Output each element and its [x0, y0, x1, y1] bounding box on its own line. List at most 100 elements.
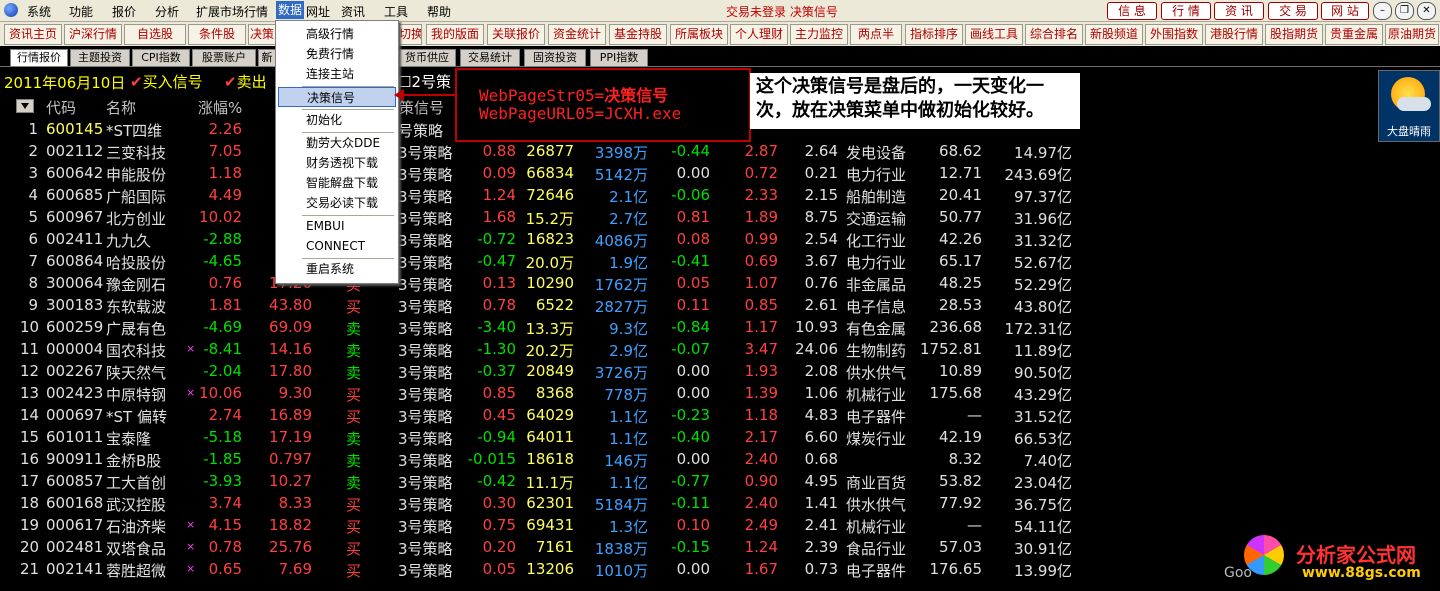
toolbar-button-hk-quote[interactable]: 港股行情 [1205, 24, 1263, 45]
table-row[interactable]: 5 600967 北方创业 10.02 3号策略 1.68 15.2万 2.7亿 0.81 1.8… [0, 206, 1080, 228]
table-row[interactable]: 10 600259 广晟有色 -4.69 69.09 卖 3号策略 -3.40 13.3万 9.3… [0, 316, 1080, 338]
info-button[interactable]: 信 息 [1107, 2, 1157, 20]
table-row[interactable]: 18 600168 武汉控股 3.74 8.33 买 3号策略 0.30 62301 5184万 -… [0, 492, 1080, 514]
menu-item-finance-download[interactable]: 财务透视下载 [278, 153, 396, 173]
menu-item-free-quote[interactable]: 免费行情 [278, 44, 396, 64]
cell-name: 九九久 [106, 232, 152, 250]
toolbar-button-finance[interactable]: 个人理财 [730, 24, 788, 45]
tab-theme[interactable]: 主题投资 [70, 49, 130, 67]
minimize-icon[interactable]: – [1373, 2, 1392, 20]
sort-dropdown-icon[interactable] [16, 99, 34, 113]
menu-item-smart-analysis-download[interactable]: 智能解盘下载 [278, 173, 396, 193]
toolbar-button-draw-tools[interactable]: 画线工具 [965, 24, 1023, 45]
toolbar-button-sh-sz[interactable]: 沪深行情 [64, 24, 122, 45]
cell-v5: 0.69 [744, 252, 778, 270]
toolbar-button-news-home[interactable]: 资讯主页 [4, 24, 62, 45]
header-strategy-signal[interactable]: 策信号 [399, 97, 444, 118]
cell-code: 300064 [46, 274, 104, 292]
tab-money-supply[interactable]: 货币供应 [398, 49, 456, 67]
sell-signal-filter[interactable]: ✔卖出 [224, 71, 267, 92]
menu-extended-market[interactable]: 扩展市场行情 [196, 3, 268, 20]
tab-cpi[interactable]: CPI指数 [132, 49, 190, 67]
table-row[interactable]: 20 002481 双塔食品 0.78 25.76 买 3号策略 0.20 7161 1838万 -… [0, 536, 1080, 558]
toolbar-button-watchlist[interactable]: 自选股 [124, 24, 186, 45]
toolbar-button-switch[interactable]: 切换 [398, 24, 422, 45]
table-row[interactable]: 2 002112 三变科技 7.05 3号策略 0.88 26877 3398万 -0.44 2.… [0, 140, 1080, 162]
menu-help[interactable]: 帮助 [427, 3, 451, 20]
toolbar-button-condition[interactable]: 条件股 [188, 24, 246, 45]
menu-function[interactable]: 功能 [69, 3, 93, 20]
table-row[interactable]: 13 002423 中原特钢 10.06 9.30 买 3号策略 0.85 8368 778万 0.… [0, 382, 1080, 404]
toolbar-button-my-layout[interactable]: 我的版面 [426, 24, 484, 45]
tab-new[interactable]: 新 [258, 49, 276, 67]
toolbar-button-fund-holdings[interactable]: 基金持股 [609, 24, 667, 45]
table-row[interactable]: 21 002141 蓉胜超微 0.65 7.69 买 3号策略 0.05 13206 1010万 0… [0, 558, 1080, 580]
site-button[interactable]: 网 站 [1321, 2, 1369, 20]
table-row[interactable]: 15 601011 宝泰隆 -5.18 17.19 卖 3号策略 -0.94 64011 1.1亿… [0, 426, 1080, 448]
cell-v6: 2.41 [804, 516, 838, 534]
toolbar-button-foreign-index[interactable]: 外围指数 [1145, 24, 1203, 45]
toolbar-button-ipo[interactable]: 新股频道 [1085, 24, 1143, 45]
menu-item-connect-server[interactable]: 连接主站 [278, 64, 396, 84]
header-code[interactable]: 代码 [46, 97, 76, 118]
menu-item-embui[interactable]: EMBUI [278, 216, 396, 236]
tab-stock-account[interactable]: 股票账户 [192, 49, 256, 67]
toolbar-button-fund-stats[interactable]: 资金统计 [548, 24, 606, 45]
menu-system[interactable]: 系统 [27, 3, 51, 20]
table-row[interactable]: 4 600685 广船国际 4.49 3号策略 1.24 72646 2.1亿 -0.06 2.3… [0, 184, 1080, 206]
table-row[interactable]: 14 000697 *ST 偏转 2.74 16.89 买 3号策略 0.45 64029 1.1… [0, 404, 1080, 426]
table-row[interactable]: 7 600864 哈投股份 -4.65 3号策略 -0.47 20.0万 1.9亿 -0.41 0… [0, 250, 1080, 272]
menu-news[interactable]: 资讯 [341, 3, 365, 20]
tab-fixed-investment[interactable]: 固资投资 [524, 49, 586, 67]
restore-icon[interactable]: ❐ [1395, 2, 1414, 20]
table-row[interactable]: 11 000004 国农科技 -8.41 14.16 卖 3号策略 -1.30 20.2万 2.9… [0, 338, 1080, 360]
toolbar-button-main-force[interactable]: 主力监控 [790, 24, 848, 45]
cell-n: 13 [20, 384, 40, 402]
table-row[interactable]: 9 300183 东软载波 1.81 43.80 买 3号策略 0.78 6522 2827万 0.… [0, 294, 1080, 316]
cell-code: 600168 [46, 494, 104, 512]
toolbar-button-precious-metals[interactable]: 贵重金属 [1325, 24, 1383, 45]
toolbar-button-decision[interactable]: 决策 [248, 24, 276, 45]
header-change-pct[interactable]: 涨幅% [198, 97, 242, 118]
menu-item-connect[interactable]: CONNECT [278, 236, 396, 256]
table-row[interactable]: 16 900911 金桥B股 -1.85 0.797 卖 3号策略 -0.015 18618 14… [0, 448, 1080, 470]
table-row[interactable]: 3 600642 申能股份 1.18 3号策略 0.09 66834 5142万 0.00 0.7… [0, 162, 1080, 184]
menu-analysis[interactable]: 分析 [155, 3, 179, 20]
menu-item-decision-signal[interactable]: 决策信号 [278, 87, 396, 107]
toolbar-button-index-futures[interactable]: 股指期货 [1265, 24, 1323, 45]
trade-button[interactable]: 交 易 [1268, 2, 1318, 20]
menu-item-restart[interactable]: 重启系统 [278, 259, 396, 279]
cell-v4: -0.41 [671, 252, 710, 270]
toolbar-button-indicator-sort[interactable]: 指标排序 [905, 24, 963, 45]
tab-quote[interactable]: 行情报价 [10, 49, 68, 67]
strategy-checkbox[interactable]: ☐2号策 [398, 71, 451, 92]
toolbar-button-two-thirty[interactable]: 两点半 [850, 24, 902, 45]
toolbar-button-related-quote[interactable]: 关联报价 [487, 24, 545, 45]
menu-item-initialize[interactable]: 初始化 [278, 110, 396, 130]
toolbar-button-crude-oil[interactable]: 原油期货 [1385, 24, 1439, 45]
buy-signal-filter[interactable]: ✔买入信号 [130, 71, 203, 92]
market-button[interactable]: 行 情 [1161, 2, 1211, 20]
table-row[interactable]: 8300064豫金刚石0.7617.20买3号策略0.13102901762万0… [0, 272, 1080, 294]
table-row[interactable]: 12 002267 陕天然气 -2.04 17.80 卖 3号策略 -0.37 20849 372… [0, 360, 1080, 382]
tab-ppi[interactable]: PPI指数 [590, 49, 648, 67]
cell-n: 3 [28, 164, 38, 182]
market-weather-panel[interactable]: 大盘晴雨 [1378, 70, 1440, 142]
close-icon[interactable]: ✕ [1417, 2, 1436, 20]
table-row[interactable]: 17 600857 工大首创 -3.93 10.27 卖 3号策略 -0.42 11.1万 1.1… [0, 470, 1080, 492]
menu-item-trade-guide-download[interactable]: 交易必读下载 [278, 193, 396, 213]
tab-trade-stats[interactable]: 交易统计 [460, 49, 520, 67]
toolbar-button-ranking[interactable]: 综合排名 [1025, 24, 1083, 45]
table-row[interactable]: 19 000617 石油济柴 4.15 18.82 买 3号策略 0.75 69431 1.3亿 0… [0, 514, 1080, 536]
table-row[interactable]: 6 002411 九九久 -2.88 3号策略 -0.72 16823 4086万 0.08 0.… [0, 228, 1080, 250]
header-name[interactable]: 名称 [106, 97, 136, 118]
news-button[interactable]: 资 讯 [1214, 2, 1264, 20]
menu-tools[interactable]: 工具 [384, 3, 408, 20]
menu-website[interactable]: 网址 [306, 3, 330, 20]
menu-item-dde[interactable]: 勤劳大众DDE [278, 133, 396, 153]
cell-pct: 0.76 [208, 274, 242, 292]
menu-quote[interactable]: 报价 [112, 3, 136, 20]
menu-item-advanced-quote[interactable]: 高级行情 [278, 24, 396, 44]
menu-data[interactable]: 数据 [276, 1, 305, 19]
toolbar-button-sector[interactable]: 所属板块 [670, 24, 728, 45]
